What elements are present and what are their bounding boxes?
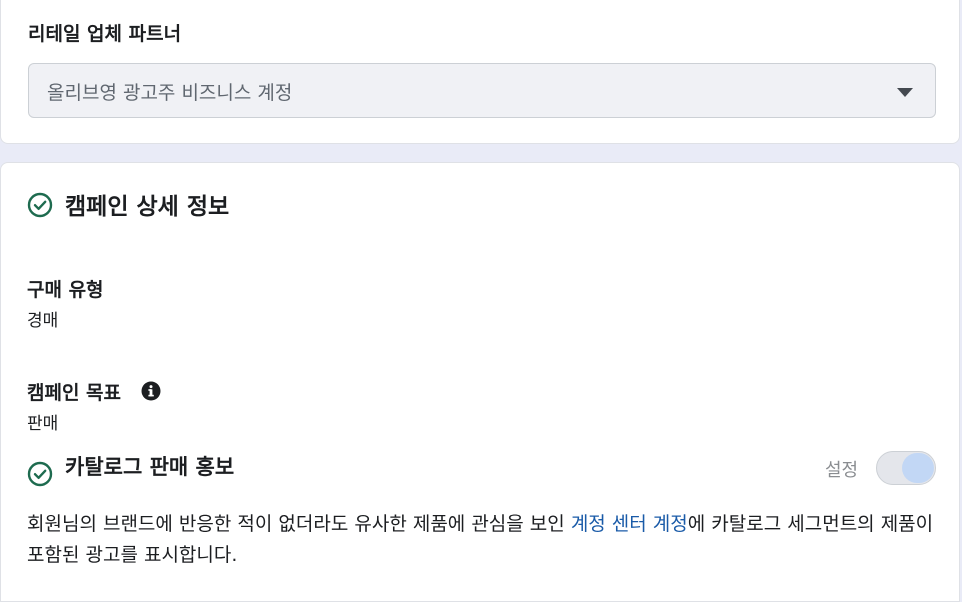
- purchase-type-value: 경매: [27, 311, 59, 331]
- campaign-objective-value: 판매: [27, 414, 59, 434]
- accounts-center-link[interactable]: 계정 센터 계정: [571, 513, 688, 535]
- purchase-type-label: 구매 유형: [27, 279, 104, 301]
- campaign-details-title: 캠페인 상세 정보: [65, 194, 230, 220]
- chevron-down-icon: [897, 88, 913, 97]
- toggle-label: 설정: [825, 460, 859, 481]
- catalog-promotion-description: 회원님의 브랜드에 반응한 적이 없더라도 유사한 제품에 관심을 보인 계정 …: [27, 509, 937, 571]
- info-icon[interactable]: [141, 381, 161, 401]
- description-text-before: 회원님의 브랜드에 반응한 적이 없더라도 유사한 제품에 관심을 보인: [27, 513, 571, 535]
- catalog-promotion-toggle[interactable]: [876, 451, 936, 485]
- catalog-promotion-title: 카탈로그 판매 홍보: [65, 455, 235, 479]
- campaign-objective-label: 캠페인 목표: [27, 382, 122, 404]
- retail-partner-select-value: 올리브영 광고주 비즈니스 계정: [47, 82, 293, 104]
- retail-partner-select[interactable]: 올리브영 광고주 비즈니스 계정: [28, 63, 936, 118]
- check-circle-icon: [27, 461, 53, 487]
- check-circle-icon: [27, 192, 53, 218]
- retail-partner-card: 리테일 업체 파트너 올리브영 광고주 비즈니스 계정: [0, 0, 960, 144]
- retail-partner-label: 리테일 업체 파트너: [28, 23, 182, 45]
- toggle-knob: [902, 453, 934, 483]
